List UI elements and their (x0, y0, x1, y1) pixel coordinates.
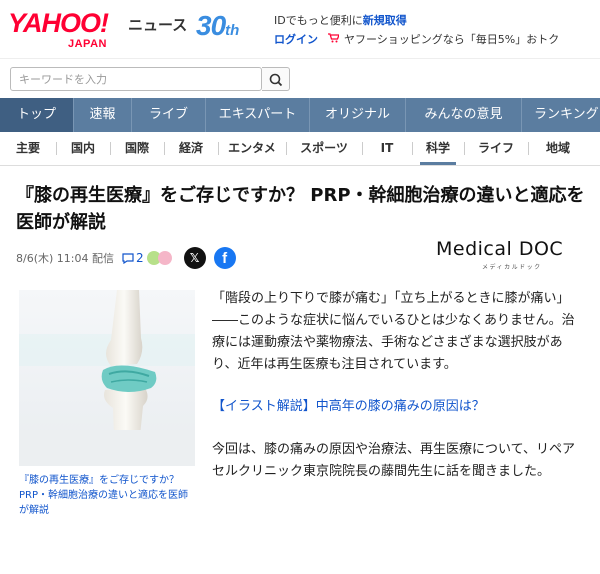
id-promo: IDでもっと便利に新規取得 (274, 12, 407, 28)
category-tab-region[interactable]: 地域 (528, 132, 588, 165)
main-nav-item-breaking[interactable]: 速報 (74, 98, 132, 132)
anniversary-number: 30 (196, 10, 226, 41)
service-name[interactable]: ニュース (128, 14, 187, 35)
category-tab-economy[interactable]: 経済 (164, 132, 218, 165)
category-tab-major[interactable]: 主要 (0, 132, 56, 165)
article-body: 「階段の上り下りで膝が痛む」「立ち上がるときに膝が痛い」――このような症状に悩ん… (212, 288, 582, 503)
category-tab-science[interactable]: 科学 (412, 132, 464, 165)
category-tab-life[interactable]: ライフ (464, 132, 528, 165)
logo-subtext: JAPAN (68, 38, 107, 50)
provider-logo[interactable]: Medical DOC メディカルドック (436, 238, 576, 274)
article-meta: 8/6(木) 11:04 配信 2 𝕏 f (16, 247, 236, 269)
login-link[interactable]: ログイン (274, 33, 318, 46)
provider-name: Medical DOC (436, 238, 564, 260)
comment-button[interactable]: 2 (122, 251, 144, 265)
id-promo-text: IDでもっと便利に (274, 14, 363, 27)
article-paragraph-2: 今回は、膝の痛みの原因や治療法、再生医療について、リペアセルクリニック東京院院長… (212, 442, 575, 479)
provider-subtitle: メディカルドック (482, 264, 542, 271)
reaction-heart-icon[interactable] (157, 251, 172, 265)
category-tab-entertainment[interactable]: エンタメ (218, 132, 286, 165)
comment-count: 2 (135, 251, 144, 265)
search-input[interactable] (11, 68, 261, 91)
comment-icon (122, 252, 134, 264)
article-paragraph-1: 「階段の上り下りで膝が痛む」「立ち上がるときに膝が痛い」――このような症状に悩ん… (212, 291, 575, 372)
search-icon (269, 73, 283, 87)
publish-date: 8/6(木) 11:04 配信 (16, 252, 114, 265)
search-button[interactable] (262, 67, 290, 91)
category-nav: 主要 国内 国際 経済 エンタメ スポーツ IT 科学 ライフ 地域 (0, 132, 600, 166)
category-tab-it[interactable]: IT (362, 132, 412, 165)
logo-text: YAHOO! (8, 8, 109, 38)
register-link[interactable]: 新規取得 (363, 14, 407, 27)
shopping-promo-link[interactable]: ヤフーショッピングなら「毎日5%」おトク (344, 33, 559, 46)
article-image[interactable] (19, 290, 195, 466)
anniversary-badge[interactable]: 30th (196, 10, 239, 42)
main-nav: トップ 速報 ライブ エキスパート オリジナル みんなの意見 ランキング (0, 98, 600, 132)
x-share-icon[interactable]: 𝕏 (183, 247, 206, 269)
facebook-share-icon[interactable]: f (213, 247, 236, 269)
main-nav-item-live[interactable]: ライブ (132, 98, 206, 132)
main-nav-item-opinions[interactable]: みんなの意見 (406, 98, 522, 132)
article-title: 『膝の再生医療』をご存じですか？ PRP・幹細胞治療の違いと適応を医師が解説 (16, 185, 585, 233)
search-bar (0, 58, 600, 98)
image-caption[interactable]: 『膝の再生医療』をご存じですか？ PRP・幹細胞治療の違いと適応を医師が解説 (19, 473, 197, 518)
main-nav-item-top[interactable]: トップ (0, 98, 74, 132)
cart-icon (327, 33, 343, 46)
login-line: ログイン ヤフーショッピングなら「毎日5%」おトク (274, 31, 559, 47)
top-header: YAHOO! JAPAN ニュース 30th IDでもっと便利に新規取得 ログイ… (0, 0, 600, 58)
search-box (10, 67, 262, 91)
main-nav-item-expert[interactable]: エキスパート (206, 98, 310, 132)
illustration-link[interactable]: 【イラスト解説】中高年の膝の痛みの原因は？ (212, 396, 582, 418)
main-nav-item-original[interactable]: オリジナル (310, 98, 406, 132)
main-nav-item-ranking[interactable]: ランキング (522, 98, 600, 132)
category-tab-international[interactable]: 国際 (110, 132, 164, 165)
knee-joint-illustration (19, 290, 195, 466)
anniversary-suffix: th (225, 22, 240, 39)
category-tab-domestic[interactable]: 国内 (56, 132, 110, 165)
category-tab-sports[interactable]: スポーツ (286, 132, 362, 165)
yahoo-japan-logo[interactable]: YAHOO! JAPAN (8, 8, 128, 50)
